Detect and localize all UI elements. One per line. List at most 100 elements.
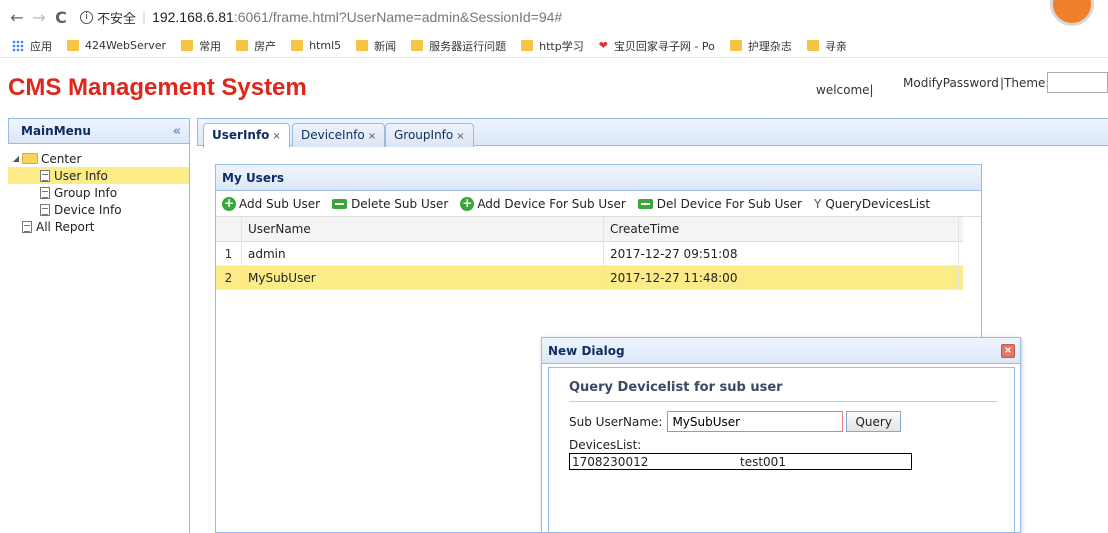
row-number-header [216, 217, 242, 241]
devices-list[interactable]: 1708230012 test001 [569, 453, 912, 470]
add-device-button[interactable]: + Add Device For Sub User [460, 195, 626, 211]
tab-deviceinfo[interactable]: DeviceInfo × [292, 123, 386, 147]
file-icon [22, 220, 32, 233]
folder-icon [236, 40, 249, 51]
remove-icon [637, 198, 653, 209]
bookmark-label: 常用 [199, 39, 222, 53]
sidebar-item-user-info[interactable]: User Info [8, 167, 189, 184]
cell-username: admin [242, 242, 604, 265]
bookmark-label: 护理杂志 [747, 39, 792, 53]
bookmark-item[interactable]: 新闻 [356, 38, 396, 54]
bookmark-item[interactable]: 服务器运行问题 [411, 38, 506, 54]
row-number: 1 [216, 242, 242, 265]
sub-username-row: Sub UserName: Query [569, 411, 1014, 432]
modify-password-link[interactable]: ModifyPassword [903, 76, 999, 90]
del-device-button[interactable]: Del Device For Sub User [637, 197, 802, 211]
bookmark-label: 424WebServer [85, 39, 167, 52]
bookmark-label: html5 [309, 39, 342, 52]
main-menu-panel: MainMenu « ◢ Center User Info Group Info… [8, 118, 190, 533]
url-host: 192.168.6.81 [152, 9, 234, 25]
bookmark-item[interactable]: 护理杂志 [729, 38, 792, 54]
bookmark-item[interactable]: 424WebServer [67, 39, 166, 52]
sidebar-item-label: Group Info [54, 185, 118, 200]
sidebar-item-label: User Info [54, 168, 108, 183]
sub-username-label: Sub UserName: [569, 414, 663, 429]
welcome-text: welcome| [816, 83, 874, 97]
query-button[interactable]: Query [846, 411, 901, 432]
bookmark-bar: 应用 424WebServer 常用 房产 html5 新闻 服务器运行问题 h… [0, 34, 1108, 58]
theme-select[interactable] [1047, 72, 1108, 93]
tab-label: UserInfo [212, 128, 270, 142]
filter-icon: Y [814, 196, 822, 211]
add-icon: + [222, 195, 236, 211]
profile-avatar[interactable] [1050, 0, 1094, 26]
forward-icon[interactable]: → [28, 8, 50, 27]
column-header-username[interactable]: UserName [242, 217, 604, 241]
dialog-body: Query Devicelist for sub user Sub UserNa… [548, 367, 1015, 533]
bookmark-label: http学习 [539, 39, 584, 53]
sidebar-item-group-info[interactable]: Group Info [8, 184, 189, 201]
close-icon[interactable]: × [368, 131, 376, 142]
info-icon: i [80, 10, 93, 24]
folder-icon [806, 40, 819, 51]
bookmark-label: 房产 [254, 39, 277, 53]
sidebar-item-label: All Report [36, 219, 95, 234]
bookmark-item[interactable]: ❤ 宝贝回家寻子网 - Po [599, 38, 715, 54]
file-icon [40, 169, 50, 182]
panel-title: My Users [216, 165, 981, 191]
folder-icon [521, 40, 534, 51]
cell-username: MySubUser [242, 266, 604, 289]
delete-sub-user-button[interactable]: Delete Sub User [332, 197, 448, 211]
reload-icon[interactable]: C [50, 8, 72, 27]
sidebar-item-all-report[interactable]: All Report [8, 218, 189, 235]
bookmark-item[interactable]: http学习 [521, 38, 584, 54]
close-icon[interactable]: × [272, 131, 280, 142]
bookmark-label: 服务器运行问题 [429, 39, 507, 53]
query-devices-button[interactable]: Y QueryDevicesList [814, 197, 930, 211]
url-field[interactable]: 192.168.6.81:6061/frame.html?UserName=ad… [152, 9, 562, 25]
sidebar-item-label: Device Info [54, 202, 122, 217]
tab-userinfo[interactable]: UserInfo × [203, 123, 290, 148]
bookmark-item[interactable]: 寻亲 [806, 38, 847, 54]
bookmark-apps[interactable]: 应用 [12, 38, 52, 54]
bookmark-label: 应用 [30, 39, 52, 53]
back-icon[interactable]: ← [6, 8, 28, 27]
users-toolbar: + Add Sub User Delete Sub User + Add Devic… [216, 191, 981, 217]
users-grid: UserName CreateTime 1 admin 2017-12-27 0… [216, 217, 963, 290]
expand-triangle-icon[interactable]: ◢ [10, 154, 22, 163]
bookmark-label: 新闻 [374, 39, 397, 53]
button-label: QueryDevicesList [825, 196, 931, 211]
url-path: :6061/frame.html?UserName=admin&SessionI… [233, 9, 563, 25]
row-number: 2 [216, 266, 242, 289]
tab-label: DeviceInfo [301, 128, 365, 142]
folder-open-icon [22, 153, 38, 164]
button-label: Add Sub User [239, 196, 321, 211]
browser-address-bar: ← → C i 不安全 | 192.168.6.81:6061/frame.ht… [0, 0, 1108, 34]
menu-tree: ◢ Center User Info Group Info Device Inf… [8, 144, 189, 235]
close-icon[interactable]: × [1001, 343, 1015, 358]
bookmark-item[interactable]: html5 [291, 39, 341, 52]
folder-icon [67, 40, 79, 51]
bookmark-label: 寻亲 [824, 39, 847, 53]
security-indicator[interactable]: i 不安全 [80, 8, 136, 27]
tree-node-center[interactable]: ◢ Center [8, 150, 189, 167]
folder-icon [729, 40, 742, 51]
table-row[interactable]: 1 admin 2017-12-27 09:51:08 [216, 242, 963, 266]
bookmark-item[interactable]: 常用 [181, 38, 221, 54]
bookmark-label: 宝贝回家寻子网 - Po [613, 39, 715, 53]
bookmark-item[interactable]: 房产 [236, 38, 276, 54]
button-label: Add Device For Sub User [477, 196, 626, 211]
tab-groupinfo[interactable]: GroupInfo × [385, 123, 474, 147]
theme-label: |Theme: [1000, 76, 1050, 90]
folder-icon [181, 40, 194, 51]
file-icon [40, 186, 50, 199]
tab-strip: UserInfo × DeviceInfo × GroupInfo × [197, 118, 1108, 148]
add-sub-user-button[interactable]: + Add Sub User [222, 195, 321, 211]
sub-username-input[interactable] [667, 411, 844, 432]
collapse-icon[interactable]: « [173, 124, 181, 139]
table-row[interactable]: 2 MySubUser 2017-12-27 11:48:00 [216, 266, 963, 290]
sidebar-item-device-info[interactable]: Device Info [8, 201, 189, 218]
close-icon[interactable]: × [456, 131, 464, 142]
add-icon: + [460, 195, 475, 211]
column-header-createtime[interactable]: CreateTime [604, 217, 959, 241]
